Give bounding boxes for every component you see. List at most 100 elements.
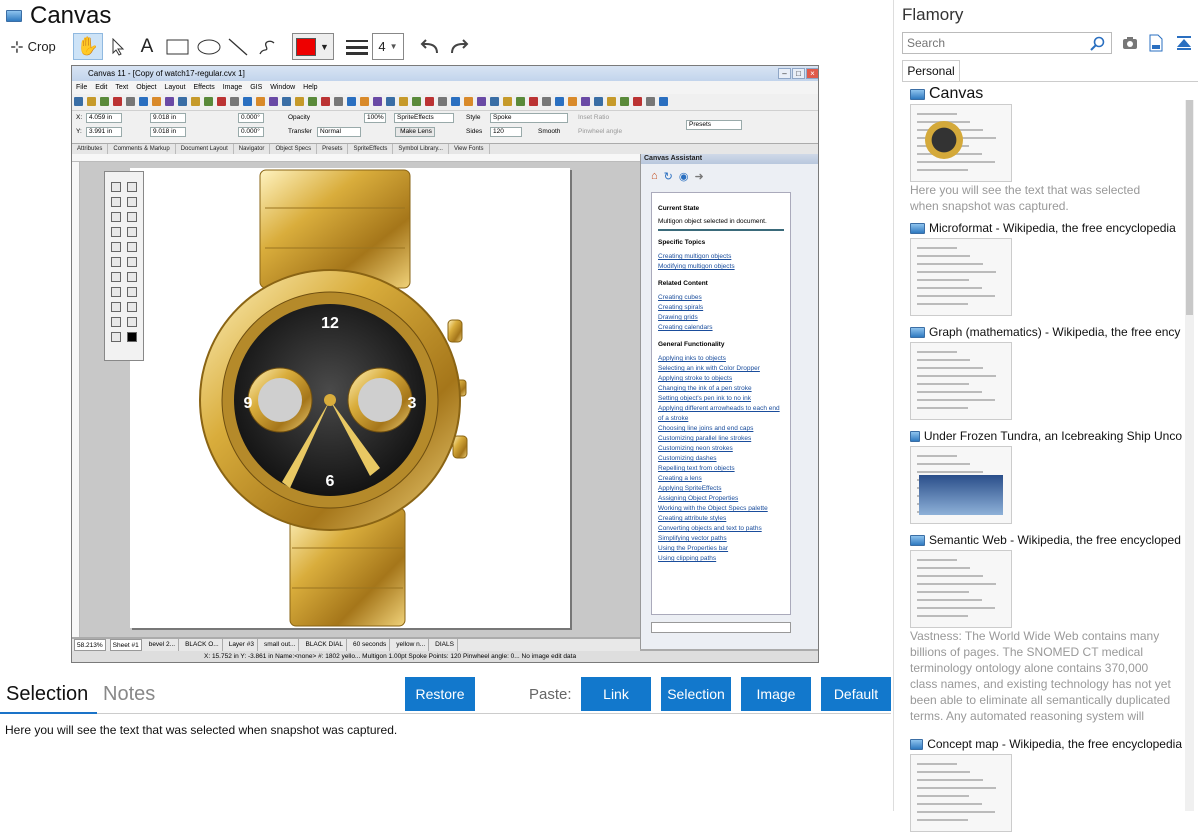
canvas-palette-tab: Navigator — [234, 144, 271, 154]
undo-button[interactable] — [416, 33, 442, 60]
toolbar-icon — [425, 97, 434, 106]
pointer-tool-button[interactable] — [106, 33, 130, 60]
thumbnail-line — [917, 407, 968, 409]
hand-icon: ✋ — [76, 36, 100, 56]
canvas-palette-tab: Attributes — [72, 144, 109, 154]
camera-icon[interactable] — [1122, 36, 1138, 55]
layer-tab: Layer #3 — [226, 639, 258, 651]
crop-button[interactable]: ⊹ Crop — [6, 33, 60, 60]
history-item-title: Canvas — [910, 86, 1182, 102]
watch-numeral-3: 3 — [408, 395, 417, 412]
canvas-app-icon — [6, 10, 22, 22]
toolbox-tool-icon — [111, 272, 121, 282]
assistant-link: Applying inks to objects — [658, 355, 726, 362]
thumbnail-line — [917, 811, 995, 813]
canvas-palette-tab: SpriteEffects — [348, 144, 394, 154]
toolbox-tool-icon — [127, 332, 137, 342]
assistant-link: Changing the ink of a pen stroke — [658, 385, 752, 392]
search-icon[interactable] — [1090, 36, 1105, 56]
history-item[interactable]: Under Frozen Tundra, an Icebreaking Ship… — [910, 428, 1182, 524]
toolbar-icon — [568, 97, 577, 106]
canvas-menu-item: Effects — [193, 84, 215, 91]
history-thumbnail — [910, 550, 1012, 628]
hand-tool-button[interactable]: ✋ — [73, 33, 103, 60]
redo-button[interactable] — [447, 33, 473, 60]
assistant-link: Creating multigon objects — [658, 253, 732, 260]
toolbox-tool-icon — [127, 317, 137, 327]
transfer-select: Normal — [317, 127, 361, 137]
tab-selection[interactable]: Selection — [6, 683, 88, 706]
toolbar-icon — [620, 97, 629, 106]
restore-button[interactable]: Restore — [405, 677, 475, 711]
assistant-link: Creating spirals — [658, 304, 704, 311]
ellipse-tool-button[interactable] — [195, 33, 223, 60]
toolbox-tool-icon — [127, 242, 137, 252]
rectangle-tool-button[interactable] — [164, 33, 192, 60]
color-picker-button[interactable]: ▼ — [292, 33, 334, 60]
specific-links: Creating multigon objects Modifying multi… — [658, 252, 784, 272]
make-lens-button: Make Lens — [395, 127, 435, 137]
freehand-icon — [259, 40, 275, 54]
search-input[interactable] — [902, 32, 1112, 54]
document-icon[interactable] — [1149, 34, 1163, 57]
width-field: 9.018 in — [150, 113, 186, 123]
canvas-menu-item: GIS — [250, 84, 263, 91]
paste-link-button[interactable]: Link — [581, 677, 651, 711]
line-tool-button[interactable] — [226, 33, 250, 60]
toolbar-icon — [308, 97, 317, 106]
zoom-value: 58.213% — [74, 639, 106, 651]
scrollbar-thumb[interactable] — [1186, 100, 1193, 315]
thumbnail-line — [917, 375, 996, 377]
history-thumbnail — [910, 446, 1012, 524]
toolbox-tool-icon — [111, 257, 121, 267]
flamory-sidebar: Flamory Personal Canvas Here you will see… — [893, 0, 1198, 832]
text-tool-button[interactable]: A — [135, 33, 159, 60]
general-functionality-heading: General Functionality — [658, 341, 725, 348]
toolbar-icon — [386, 97, 395, 106]
angle-field-2: 0.000° — [238, 127, 264, 137]
toolbar-icon — [113, 97, 122, 106]
history-item[interactable]: Canvas Here you will see the text that wa… — [910, 86, 1182, 213]
history-thumbnail — [910, 238, 1012, 316]
line-width-button[interactable] — [343, 33, 371, 60]
history-item[interactable]: Microformat - Wikipedia, the free encycl… — [910, 220, 1182, 316]
canvas-palette-tab: View Fonts — [449, 144, 490, 154]
history-thumbnail — [910, 104, 1012, 182]
thumbnail-watch — [925, 121, 963, 159]
freehand-tool-button[interactable] — [255, 33, 279, 60]
presets-select: Presets — [686, 120, 742, 130]
paste-image-button[interactable]: Image — [741, 677, 811, 711]
toolbox-tool-icon — [127, 302, 137, 312]
redo-icon — [451, 38, 469, 53]
paste-selection-button[interactable]: Selection — [661, 677, 731, 711]
thumbnail-line — [917, 471, 983, 473]
tab-notes[interactable]: Notes — [103, 683, 155, 706]
thumbnail-line — [917, 359, 970, 361]
eject-icon[interactable] — [1176, 35, 1192, 56]
page-icon — [910, 222, 925, 234]
toolbar-icon — [477, 97, 486, 106]
toolbar-icon — [87, 97, 96, 106]
canvas-palette-tab: Object Specs — [270, 144, 318, 154]
toolbox-tool-icon — [127, 182, 137, 192]
x-field: 4.059 in — [86, 113, 122, 123]
pinwheel-label: Pinwheel angle — [578, 128, 623, 135]
canvas-palette-tab: Comments & Markup — [108, 144, 176, 154]
history-item[interactable]: Semantic Web - Wikipedia, the free encyc… — [910, 532, 1182, 726]
selection-text[interactable]: Here you will see the text that was sele… — [5, 723, 397, 737]
history-item[interactable]: Concept map - Wikipedia, the free encycl… — [910, 736, 1182, 832]
x-label: X: — [76, 114, 83, 121]
thumbnail-line — [917, 575, 983, 577]
tab-personal[interactable]: Personal — [902, 60, 960, 82]
thumbnail-line — [917, 383, 969, 385]
toolbox-tool-icon — [111, 227, 121, 237]
scrollbar[interactable] — [1185, 100, 1194, 811]
canvas-palette-tab: Symbol Library... — [393, 144, 449, 154]
toolbox-tool-icon — [127, 197, 137, 207]
paste-default-button[interactable]: Default — [821, 677, 891, 711]
assistant-link: Setting object's pen ink to no ink — [658, 395, 752, 402]
history-title-text: Graph (mathematics) - Wikipedia, the fre… — [929, 325, 1181, 339]
line-width-select[interactable]: 4 ▼ — [372, 33, 404, 60]
history-item[interactable]: Graph (mathematics) - Wikipedia, the fre… — [910, 324, 1182, 420]
maximize-icon: □ — [792, 68, 805, 79]
